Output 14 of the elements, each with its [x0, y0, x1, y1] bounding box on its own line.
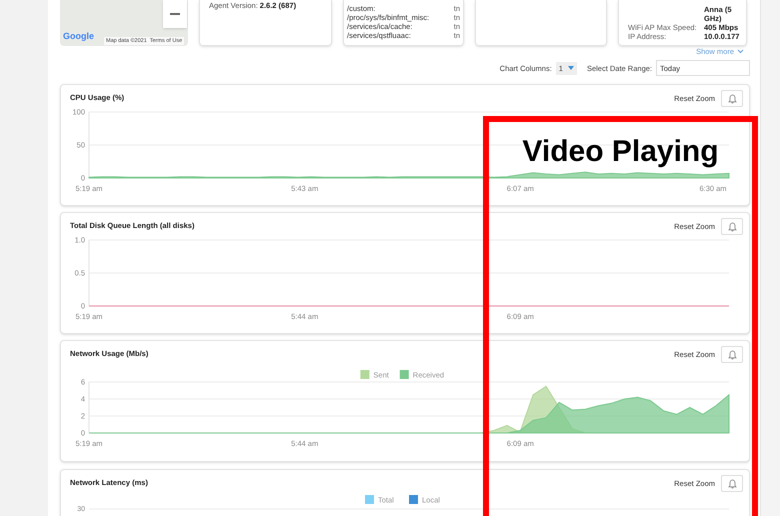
zoom-out-button[interactable] [163, 0, 187, 28]
bell-button[interactable] [721, 90, 743, 108]
caret-icon [568, 66, 574, 70]
chevron-down-icon [737, 49, 744, 54]
minus-icon [170, 12, 180, 14]
annotation-text: Video Playing [522, 134, 719, 170]
bell-icon [728, 94, 736, 104]
bell-icon [728, 350, 736, 360]
bell-button[interactable] [721, 218, 743, 236]
bell-icon [728, 222, 736, 232]
bell-button[interactable] [721, 346, 743, 364]
bell-icon [728, 478, 736, 489]
bell-button[interactable] [721, 475, 743, 492]
map-logo: Google [63, 30, 94, 43]
